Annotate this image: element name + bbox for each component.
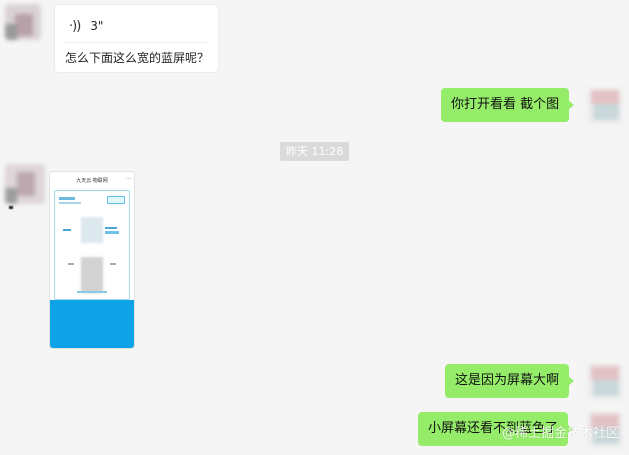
divider: [65, 42, 208, 43]
thumbnail-card-text: [59, 202, 81, 204]
outgoing-message[interactable]: 这是因为屏幕大啊: [445, 364, 575, 398]
outgoing-message[interactable]: 你打开看看 截个图: [441, 88, 575, 122]
self-avatar[interactable]: [587, 364, 623, 400]
time-separator: 昨天 11:28: [280, 142, 350, 161]
voice-message[interactable]: ·)) 3": [69, 15, 103, 37]
thumbnail-blue-area: [50, 300, 134, 348]
thumbnail-menu-icon: ···: [126, 176, 131, 182]
incoming-message-card[interactable]: ·)) 3" 怎么下面这么宽的蓝屏呢？: [55, 5, 218, 72]
thumbnail-card-text: [77, 291, 107, 293]
thumbnail-card-text: [63, 229, 71, 231]
voice-wave-icon: ·)): [69, 18, 81, 34]
self-avatar[interactable]: [587, 88, 623, 124]
thumbnail-card-text: [105, 227, 117, 229]
thumbnail-card: [54, 190, 130, 300]
thumbnail-side-mark: [9, 206, 13, 209]
contact-avatar[interactable]: [5, 164, 45, 204]
thumbnail-card-text: [105, 231, 119, 234]
incoming-message-text: 怎么下面这么宽的蓝屏呢？: [65, 51, 210, 65]
thumbnail-card-button: [107, 196, 125, 204]
thumbnail-title: 九天云·物联网: [76, 178, 108, 184]
thumbnail-blurred-content: [81, 217, 103, 243]
voice-duration: 3": [90, 19, 104, 33]
thumbnail-card-text: [59, 197, 75, 200]
contact-avatar[interactable]: [5, 4, 41, 40]
thumbnail-card-text: [110, 263, 116, 265]
thumbnail-blurred-content: [81, 257, 103, 293]
watermark: @稀土掘金技术社区: [501, 426, 619, 441]
image-message-thumbnail[interactable]: 九天云·物联网 ···: [50, 172, 134, 348]
thumbnail-card-text: [68, 263, 74, 265]
